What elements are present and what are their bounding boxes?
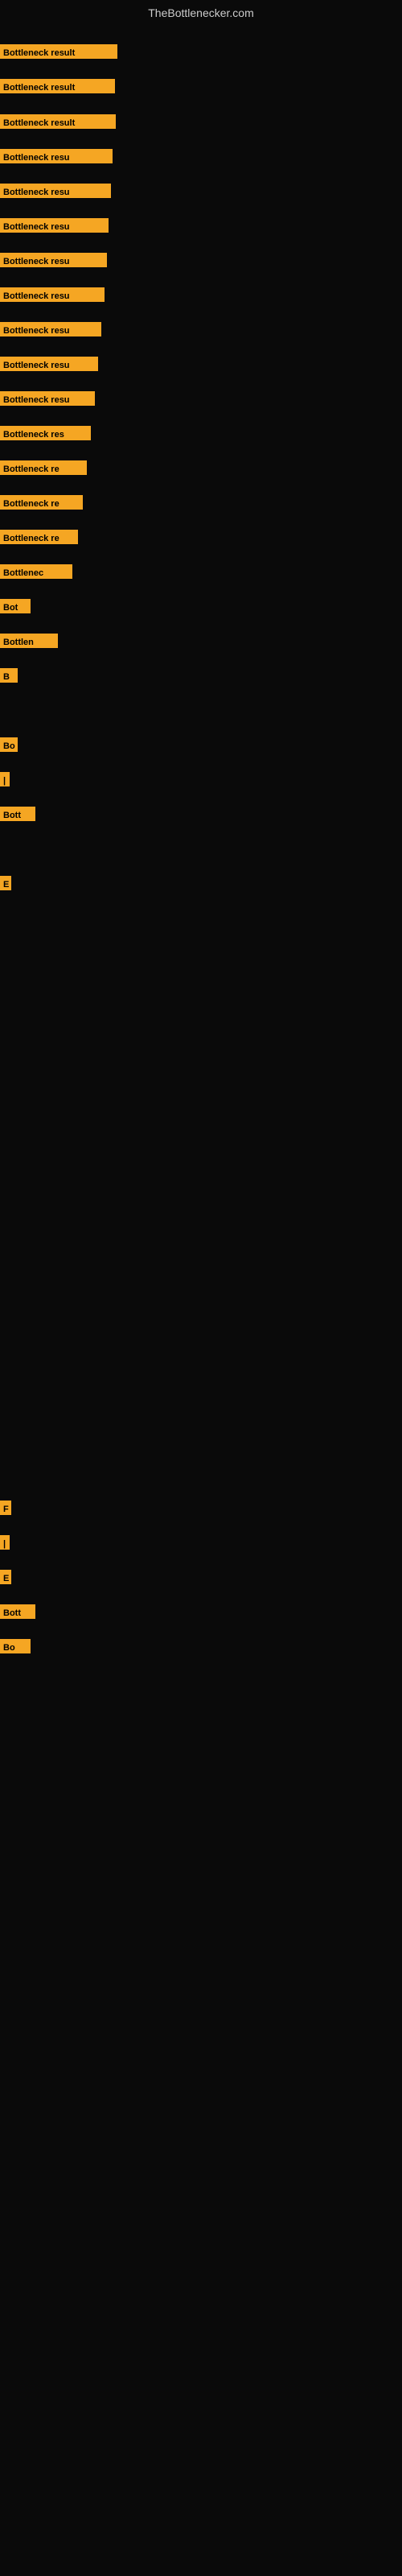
bottleneck-result-bar: Bottleneck resu [0, 149, 113, 163]
bottleneck-result-bar: Bottleneck re [0, 530, 78, 544]
bottleneck-result-bar: Bott [0, 807, 35, 821]
bottleneck-result-bar: Bottleneck re [0, 460, 87, 475]
bottleneck-result-bar: | [0, 1535, 10, 1550]
bar-row: Bottleneck result [0, 44, 117, 59]
site-title: TheBottlenecker.com [0, 0, 402, 23]
bar-row: Bottleneck resu [0, 322, 101, 336]
bottleneck-result-bar: Bottlenec [0, 564, 72, 579]
bottleneck-result-bar: Bottleneck result [0, 114, 116, 129]
bar-row: Bo [0, 737, 18, 752]
bar-row: Bottleneck resu [0, 253, 107, 267]
bar-row: Bottleneck resu [0, 184, 111, 198]
bar-row: E [0, 876, 11, 890]
bar-row: Bott [0, 1604, 35, 1619]
bar-row: Bot [0, 599, 31, 613]
bar-row: Bottleneck resu [0, 218, 109, 233]
bottleneck-result-bar: Bottleneck resu [0, 357, 98, 371]
bar-row: Bottlenec [0, 564, 72, 579]
bar-row: Bottleneck result [0, 79, 115, 93]
bottleneck-result-bar: Bottleneck resu [0, 287, 105, 302]
bar-row: E [0, 1570, 11, 1584]
bottleneck-result-bar: Bottleneck result [0, 79, 115, 93]
bar-row: Bottleneck resu [0, 287, 105, 302]
bottleneck-result-bar: E [0, 1570, 11, 1584]
bar-row: Bottleneck resu [0, 149, 113, 163]
bottleneck-result-bar: Bottleneck res [0, 426, 91, 440]
bar-row: F [0, 1501, 11, 1515]
bottleneck-result-bar: Bottleneck resu [0, 322, 101, 336]
bottleneck-result-bar: | [0, 772, 10, 786]
bottleneck-result-bar: Bo [0, 737, 18, 752]
bar-row: B [0, 668, 18, 683]
bottleneck-result-bar: Bottleneck resu [0, 391, 95, 406]
bottleneck-result-bar: Bottleneck resu [0, 184, 111, 198]
bar-row: | [0, 1535, 10, 1550]
bar-row: Bottleneck res [0, 426, 91, 440]
bottleneck-result-bar: Bottleneck result [0, 44, 117, 59]
bar-row: | [0, 772, 10, 786]
bottleneck-result-bar: Bot [0, 599, 31, 613]
bottleneck-result-bar: Bottleneck resu [0, 218, 109, 233]
bottleneck-result-bar: Bottleneck re [0, 495, 83, 510]
bottleneck-result-bar: Bott [0, 1604, 35, 1619]
bottleneck-result-bar: B [0, 668, 18, 683]
bar-row: Bo [0, 1639, 31, 1653]
bar-row: Bottleneck re [0, 460, 87, 475]
bottleneck-result-bar: Bottleneck resu [0, 253, 107, 267]
bar-row: Bottleneck re [0, 495, 83, 510]
bottleneck-result-bar: Bo [0, 1639, 31, 1653]
bottleneck-result-bar: Bottlen [0, 634, 58, 648]
bottleneck-result-bar: F [0, 1501, 11, 1515]
bar-row: Bottleneck resu [0, 357, 98, 371]
bar-row: Bottleneck re [0, 530, 78, 544]
bar-row: Bottleneck resu [0, 391, 95, 406]
bar-row: Bottlen [0, 634, 58, 648]
bar-row: Bottleneck result [0, 114, 116, 129]
bottleneck-result-bar: E [0, 876, 11, 890]
bar-row: Bott [0, 807, 35, 821]
